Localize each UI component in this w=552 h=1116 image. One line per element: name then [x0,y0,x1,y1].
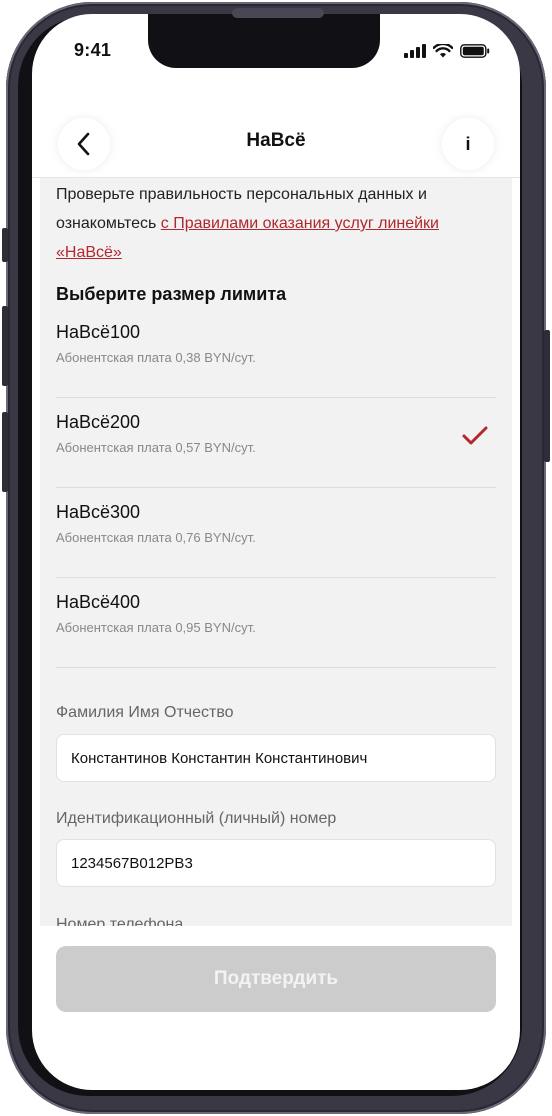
volume-up-button [2,306,8,386]
tariff-fee: Абонентская плата 0,76 BYN/сут. [56,530,256,545]
volume-down-button [2,412,8,492]
tariff-option[interactable]: НаВсё100 Абонентская плата 0,38 BYN/сут. [56,308,496,398]
full-name-label: Фамилия Имя Отчество [56,704,234,721]
full-name-field[interactable]: Константинов Константин Константинович [56,734,496,782]
tariff-name: НаВсё100 [56,322,141,342]
battery-icon [460,44,490,58]
tariff-option-selected[interactable]: НаВсё200 Абонентская плата 0,57 BYN/сут. [56,398,496,488]
cellular-signal-icon [404,44,426,58]
id-number-field[interactable]: 1234567B012PB3 [56,839,496,887]
tariff-option[interactable]: НаВсё300 Абонентская плата 0,76 BYN/сут. [56,488,496,578]
screen: 9:41 НаВсё i Проверьте правильность перс… [32,14,520,1090]
checkmark-icon [462,426,488,445]
tariff-name: НаВсё300 [56,502,141,522]
limit-section-title: Выберите размер лимита [56,284,287,304]
content-area[interactable]: Проверьте правильность персональных данн… [40,178,512,926]
app-header: НаВсё i [32,106,520,178]
notch [148,14,380,68]
status-time: 9:41 [74,40,112,60]
wifi-icon [433,44,453,58]
silent-switch [2,228,8,262]
phone-number-label: Номер телефона [56,916,184,926]
tariff-option[interactable]: НаВсё400 Абонентская плата 0,95 BYN/сут. [56,578,496,668]
status-icons [404,44,490,58]
tariff-name: НаВсё400 [56,592,141,612]
id-number-label: Идентификационный (личный) номер [56,810,337,827]
tariff-fee: Абонентская плата 0,57 BYN/сут. [56,440,256,455]
speaker-grille [232,8,324,18]
power-button [544,330,550,462]
info-icon: i [465,133,471,154]
intro-text: Проверьте правильность персональных данн… [56,180,496,267]
tariff-name: НаВсё200 [56,412,141,432]
info-button[interactable]: i [442,118,494,170]
tariff-fee: Абонентская плата 0,95 BYN/сут. [56,620,256,635]
tariff-fee: Абонентская плата 0,38 BYN/сут. [56,350,256,365]
confirm-button[interactable]: Подтвердить [56,946,496,1012]
